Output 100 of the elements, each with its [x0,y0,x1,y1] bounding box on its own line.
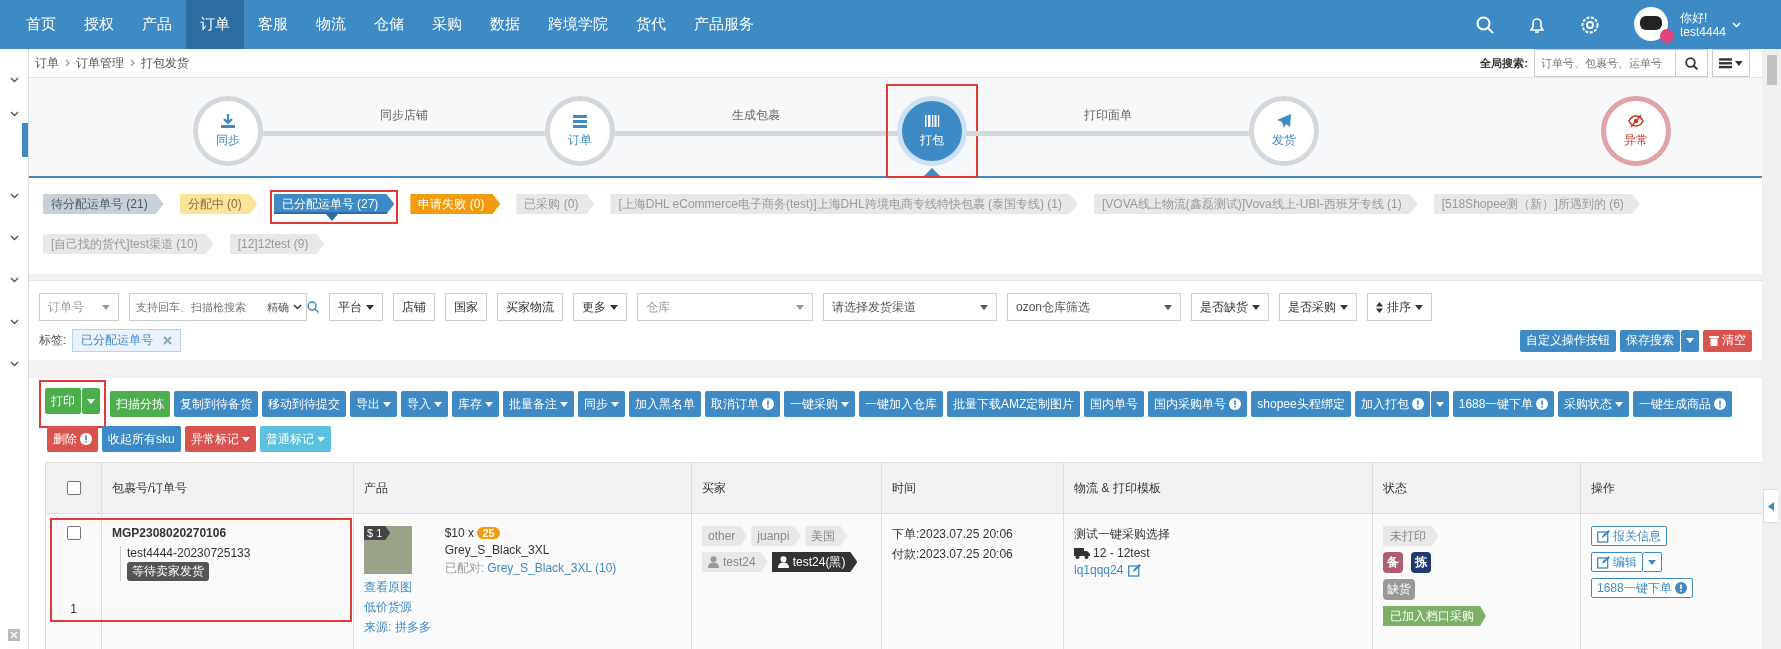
action-button[interactable]: 异常标记 [184,426,256,452]
action-button[interactable]: 同步 [578,391,625,417]
action-button[interactable]: 导出 [350,391,397,417]
save-search-button[interactable]: 保存搜索 [1620,329,1680,352]
action-button[interactable]: 一键加入仓库 [859,391,943,417]
toolbar-button[interactable]: 清空 [1703,329,1752,352]
product-link[interactable]: 低价货源 [364,599,431,616]
nav-item[interactable]: 客服 [244,0,302,49]
action-button[interactable]: 一键生成商品 [1633,391,1733,417]
nav-item[interactable]: 跨境学院 [534,0,622,49]
field-select[interactable]: 订单号 [39,293,119,321]
chevron-down-icon[interactable] [9,193,19,199]
action-button[interactable]: 批量下载AMZ定制图片 [947,391,1081,417]
search-icon[interactable] [1475,15,1494,34]
dropdown-toggle[interactable] [82,388,100,414]
action-button[interactable]: 移动到待提交 [262,391,346,417]
action-button[interactable]: 普通标记 [259,426,331,452]
filter-select[interactable]: ozon仓库筛选 [1007,293,1181,321]
filter-button[interactable]: 是否采购 [1279,293,1357,321]
filter-button[interactable]: 更多 [573,293,627,321]
breadcrumb-item[interactable]: 订单 [35,54,59,72]
matched-sku-link[interactable]: Grey_S_Black_3XL (10) [487,561,617,575]
action-button[interactable]: 批量备注 [503,391,574,417]
filter-button[interactable]: 是否缺货 [1191,293,1269,321]
row-checkbox[interactable] [66,526,81,540]
close-icon[interactable] [163,336,173,345]
nav-item[interactable]: 数据 [476,0,534,49]
filter-button[interactable]: 平台 [329,293,383,321]
action-button[interactable]: 删除 [47,426,98,452]
status-tab[interactable]: 已分配运单号 (27) [273,194,395,214]
action-button[interactable]: 扫描分拣 [110,391,170,417]
scrollbar-thumb[interactable] [1766,55,1777,85]
status-tab[interactable]: 分配中 (0) [179,194,258,214]
step-circle[interactable]: 同步 [193,96,263,166]
dropdown-toggle[interactable] [1681,329,1699,352]
breadcrumb-item[interactable]: 订单管理 [76,54,124,72]
global-search-field[interactable]: 订单号、包裹号、运单号 [1534,49,1676,77]
status-tab[interactable]: 待分配运单号 (21) [43,194,164,214]
edit-button[interactable]: 编辑 [1591,552,1643,572]
close-icon[interactable] [8,629,20,641]
filter-button[interactable]: 国家 [445,293,487,321]
dropdown-toggle[interactable] [1430,391,1449,417]
step-circle[interactable]: 订单 [545,96,615,166]
chevron-down-icon[interactable] [9,235,19,241]
dropdown-toggle[interactable] [1643,552,1662,572]
filter-button[interactable]: 买家物流 [497,293,563,321]
filter-button[interactable]: 排序 [1367,293,1432,321]
source-link[interactable]: 来源: 拼多多 [364,619,431,636]
nav-item[interactable]: 物流 [302,0,360,49]
action-button[interactable]: 库存 [452,391,499,417]
layout-button[interactable] [1712,49,1750,77]
action-button[interactable]: 采购状态 [1558,391,1630,417]
action-button[interactable]: 加入黑名单 [629,391,701,417]
step-circle[interactable]: 异常 [1601,96,1671,166]
chevron-down-icon[interactable] [9,111,19,117]
action-button[interactable]: 打印 [45,388,81,414]
search-icon[interactable] [307,301,319,313]
customs-info-button[interactable]: 报关信息 [1591,526,1667,546]
chevron-down-icon[interactable] [9,277,19,283]
action-button[interactable]: 国内采购单号 [1148,391,1248,417]
nav-item[interactable]: 授权 [70,0,128,49]
nav-item[interactable]: 采购 [418,0,476,49]
action-button[interactable]: 加入打包 [1354,391,1430,417]
filter-chip[interactable]: 已分配运单号 [72,329,182,352]
select-all-checkbox[interactable] [66,481,81,495]
nav-item[interactable]: 产品 [128,0,186,49]
action-button[interactable]: 导入 [401,391,448,417]
status-tab[interactable]: 申请失败 (0) [410,194,501,214]
status-tab[interactable]: [518Shopee测（新）]所遇到的 (6) [1433,194,1640,214]
chevron-down-icon[interactable] [9,77,19,83]
avatar[interactable] [1633,6,1674,43]
chevron-down-icon[interactable] [9,319,19,325]
nav-item[interactable]: 订单 [186,0,244,49]
status-tab[interactable]: 已采购 (0) [516,194,595,214]
settings-icon[interactable] [1579,14,1600,35]
status-tab[interactable]: [12]12test (9) [229,234,325,254]
product-link[interactable]: 查看原图 [364,579,431,596]
step-circle[interactable]: 发货 [1249,96,1319,166]
status-tab[interactable]: [自己找的货代]test渠道 (10) [43,234,214,254]
nav-item[interactable]: 仓储 [360,0,418,49]
search-button[interactable] [1676,49,1708,77]
toolbar-button[interactable]: 自定义操作按钮 [1520,329,1616,352]
action-button[interactable]: 国内单号 [1084,391,1145,417]
nav-item[interactable]: 首页 [12,0,70,49]
filter-select[interactable]: 请选择发货渠道 [823,293,997,321]
action-button[interactable]: 一键采购 [784,391,855,417]
status-tab[interactable]: [VOVA线上物流(鑫磊测试)]Vova线上-UBI-西班牙专线 (1) [1093,194,1418,214]
chevron-down-icon[interactable] [9,361,19,367]
action-button[interactable]: 复制到待备货 [174,391,258,417]
tracking-link[interactable]: lq1qqq24 [1074,563,1124,577]
nav-item[interactable]: 货代 [622,0,680,49]
action-button[interactable]: 1688一键下单 [1452,391,1555,417]
nav-item[interactable]: 产品服务 [680,0,768,49]
side-panel-handle[interactable] [1763,489,1778,523]
bell-icon[interactable] [1527,15,1546,34]
action-button[interactable]: 收起所有sku [102,426,181,452]
filter-button[interactable]: 店铺 [393,293,435,321]
step-circle[interactable]: 打包 [897,96,967,166]
status-tab[interactable]: [上海DHL eCommerce电子商务(test)]上海DHL跨境电商专线特快包裹 (泰国专线) (1) [610,194,1078,214]
action-button[interactable]: 取消订单 [705,391,780,417]
